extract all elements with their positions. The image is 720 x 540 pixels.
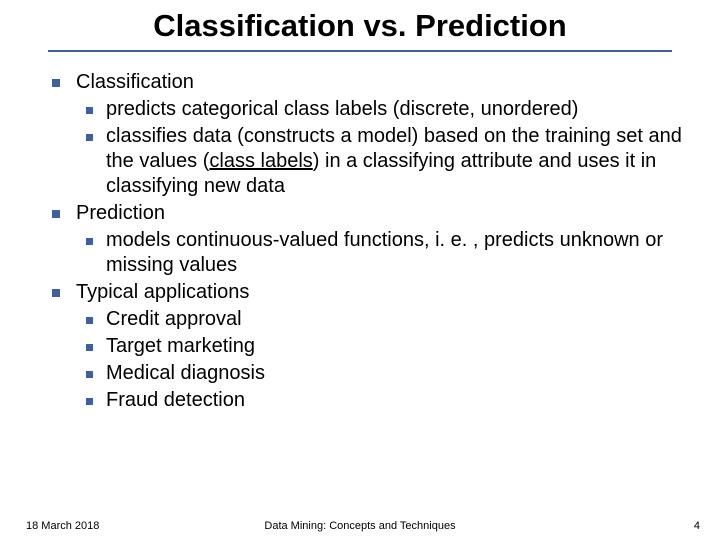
slide-body: Classification predicts categorical clas… [0,52,720,413]
list-item-label: Typical applications [76,281,249,303]
list-item-label: Classification [76,71,194,93]
list-item: Prediction models continuous-valued func… [42,201,690,278]
bullet-list: Classification predicts categorical clas… [42,70,690,413]
page-number: 4 [694,520,700,532]
slide-title: Classification vs. Prediction [0,8,720,50]
slide: Classification vs. Prediction Classifica… [0,0,720,540]
list-item: classifies data (constructs a model) bas… [76,124,690,199]
list-item: Credit approval [76,307,690,332]
list-item-text: Target marketing [106,335,255,357]
list-item-text: Medical diagnosis [106,362,265,384]
list-item-text: predicts categorical class labels (discr… [106,98,578,120]
list-item: predicts categorical class labels (discr… [76,97,690,122]
footer-title: Data Mining: Concepts and Techniques [0,520,720,532]
list-item: Classification predicts categorical clas… [42,70,690,199]
list-item: Target marketing [76,334,690,359]
list-item-label: Prediction [76,202,165,224]
list-item: Medical diagnosis [76,361,690,386]
list-item-text: models continuous-valued functions, i. e… [106,229,663,276]
list-item: Typical applications Credit approval Tar… [42,280,690,413]
list-item: Fraud detection [76,388,690,413]
list-item-text: Credit approval [106,308,242,330]
list-item: models continuous-valued functions, i. e… [76,228,690,278]
emphasized-term: class labels [209,150,312,172]
list-item-text: Fraud detection [106,389,245,411]
